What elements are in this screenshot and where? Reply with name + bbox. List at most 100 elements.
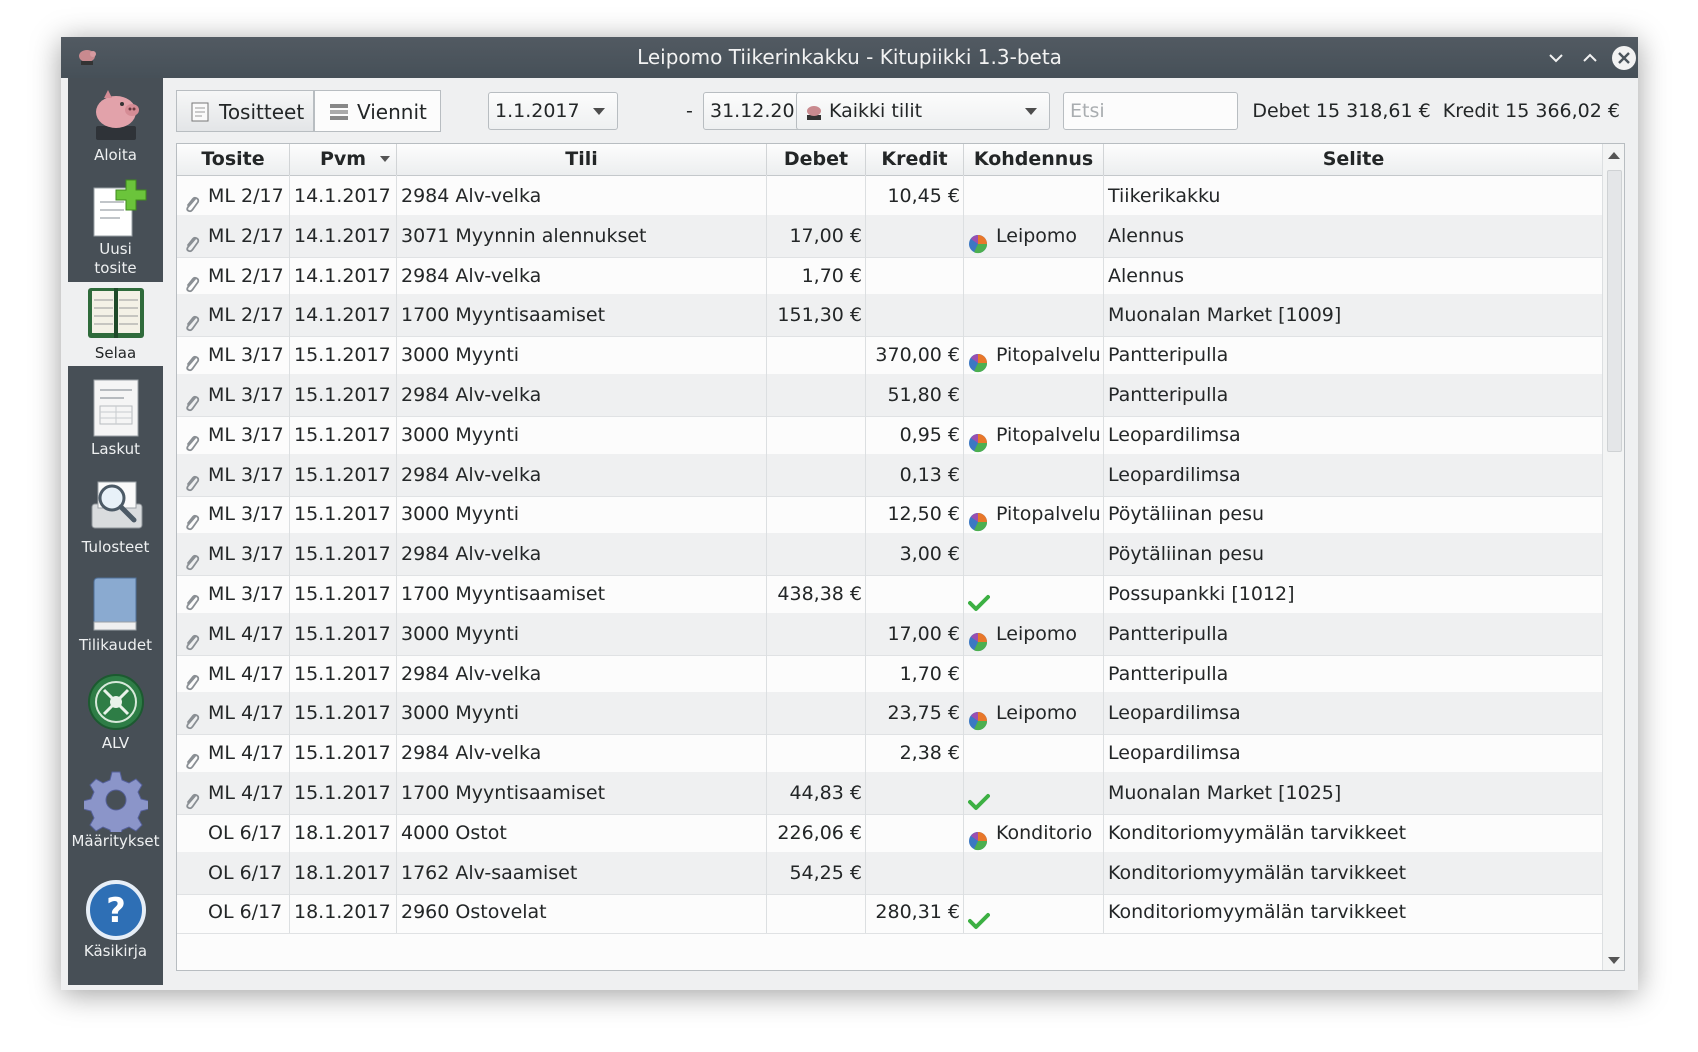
sidebar-item-label: Uusi tosite bbox=[94, 240, 137, 277]
sidebar-item-selaa[interactable]: Selaa bbox=[68, 282, 163, 366]
column-header-kredit[interactable]: Kredit bbox=[866, 144, 964, 175]
cell-debet bbox=[767, 612, 866, 655]
table-header: Tosite Pvm Tili Debet Kredit Kohdennus S… bbox=[177, 144, 1603, 176]
column-header-pvm[interactable]: Pvm bbox=[290, 144, 397, 175]
cell-selite: Konditoriomyymälän tarvikkeet bbox=[1108, 861, 1407, 884]
account-filter-select[interactable]: Kaikki tilit bbox=[796, 92, 1050, 130]
table-row[interactable]: ML 4/17 15.1.2017 3000 Myynti 17,00 € Leipom… bbox=[177, 612, 1603, 656]
cell-kohdennus bbox=[964, 851, 1104, 894]
column-header-kohdennus[interactable]: Kohdennus bbox=[964, 144, 1104, 175]
main-window: Leipomo Tiikerinkakku - Kitupiikki 1.3-b… bbox=[61, 37, 1638, 990]
sidebar-item-tilikaudet[interactable]: Tilikaudet bbox=[68, 572, 163, 658]
date-from-field[interactable]: 1.1.2017 bbox=[488, 92, 618, 130]
table-row[interactable]: ML 2/17 14.1.2017 1700 Myyntisaamiset 151,3… bbox=[177, 294, 1603, 338]
column-header-debet[interactable]: Debet bbox=[767, 144, 866, 175]
table-row[interactable]: OL 6/17 18.1.2017 1762 Alv-saamiset 54,25 €… bbox=[177, 851, 1603, 895]
voucher-number: OL 6/17 bbox=[208, 861, 283, 884]
close-button[interactable] bbox=[1609, 43, 1638, 73]
vertical-scrollbar[interactable] bbox=[1602, 144, 1624, 970]
table-row[interactable]: ML 2/17 14.1.2017 2984 Alv-velka 10,45 € Tii… bbox=[177, 175, 1603, 218]
chevron-down-icon[interactable] bbox=[593, 108, 605, 115]
paperclip-icon bbox=[184, 545, 200, 575]
tab-viennit[interactable]: Viennit bbox=[314, 90, 441, 132]
sidebar-item-label: ALV bbox=[101, 734, 130, 752]
minimize-button[interactable] bbox=[1541, 43, 1571, 73]
cost-center-icon bbox=[968, 505, 988, 535]
sidebar-item-label: Käsikirja bbox=[83, 942, 148, 960]
chevron-down-icon[interactable] bbox=[1025, 108, 1037, 115]
paperclip-icon bbox=[184, 346, 200, 376]
scrollbar-thumb[interactable] bbox=[1607, 170, 1622, 452]
voucher-number: ML 3/17 bbox=[208, 384, 284, 406]
sidebar-item-maaritykset[interactable]: Määritykset bbox=[68, 768, 163, 854]
table-row[interactable]: ML 2/17 14.1.2017 3071 Myynnin alennukset 1… bbox=[177, 214, 1603, 258]
table-row[interactable]: ML 3/17 15.1.2017 3000 Myynti 0,95 € Pitopal… bbox=[177, 413, 1603, 457]
table-row[interactable]: ML 2/17 14.1.2017 2984 Alv-velka 1,70 € Alen… bbox=[177, 254, 1603, 298]
sidebar-item-tulosteet[interactable]: Tulosteet bbox=[68, 474, 163, 560]
cell-kohdennus: Pitopalvelu bbox=[964, 493, 1104, 536]
table-row[interactable]: ML 3/17 15.1.2017 2984 Alv-velka 3,00 € Pöyt… bbox=[177, 533, 1603, 577]
table-row[interactable]: ML 3/17 15.1.2017 2984 Alv-velka 51,80 € Pan… bbox=[177, 374, 1603, 417]
title-bar[interactable]: Leipomo Tiikerinkakku - Kitupiikki 1.3-b… bbox=[61, 37, 1638, 78]
table-row[interactable]: ML 4/17 15.1.2017 1700 Myyntisaamiset 44,83… bbox=[177, 772, 1603, 815]
cell-tili: 3000 Myynti bbox=[397, 692, 767, 735]
cost-center-name: Pitopalvelu bbox=[996, 423, 1101, 446]
table-row[interactable]: ML 3/17 15.1.2017 3000 Myynti 370,00 € Pitop… bbox=[177, 334, 1603, 378]
table-row[interactable]: ML 3/17 15.1.2017 3000 Myynti 12,50 € Pitopa… bbox=[177, 493, 1603, 537]
sidebar-item-uusi-tosite[interactable]: Uusi tosite bbox=[68, 176, 163, 280]
cell-tili: 2984 Alv-velka bbox=[397, 175, 767, 217]
column-header-selite[interactable]: Selite bbox=[1104, 144, 1603, 175]
cell-tili: 3000 Myynti bbox=[397, 493, 767, 536]
account-filter-value: Kaikki tilit bbox=[829, 100, 923, 122]
table-row[interactable]: ML 4/17 15.1.2017 2984 Alv-velka 2,38 € Leop… bbox=[177, 732, 1603, 776]
document-icon bbox=[191, 102, 209, 122]
column-header-tili[interactable]: Tili bbox=[397, 144, 767, 175]
voucher-number: ML 3/17 bbox=[208, 503, 284, 526]
cell-pvm: 14.1.2017 bbox=[290, 254, 397, 297]
table-row[interactable]: ML 4/17 15.1.2017 3000 Myynti 23,75 € Leipom… bbox=[177, 692, 1603, 736]
sidebar-item-kasikirja[interactable]: ? Käsikirja bbox=[68, 878, 163, 966]
tab-label: Tositteet bbox=[219, 100, 305, 124]
cell-debet bbox=[767, 334, 866, 377]
scroll-up-icon[interactable] bbox=[1608, 152, 1620, 159]
settled-check-icon bbox=[968, 585, 990, 615]
table-row[interactable]: ML 4/17 15.1.2017 2984 Alv-velka 1,70 € Pant… bbox=[177, 652, 1603, 696]
cell-debet: 226,06 € bbox=[767, 811, 866, 854]
cell-kohdennus bbox=[964, 175, 1104, 217]
cell-tosite: ML 3/17 bbox=[177, 453, 290, 496]
cell-selite: Konditoriomyymälän tarvikkeet bbox=[1108, 821, 1407, 844]
scroll-down-icon[interactable] bbox=[1608, 957, 1620, 964]
table-row[interactable]: ML 3/17 15.1.2017 2984 Alv-velka 0,13 € Leop… bbox=[177, 453, 1603, 497]
cell-tili: 2984 Alv-velka bbox=[397, 652, 767, 695]
column-header-tosite[interactable]: Tosite bbox=[177, 144, 290, 175]
sidebar-item-laskut[interactable]: Laskut bbox=[68, 376, 163, 462]
voucher-number: ML 4/17 bbox=[208, 782, 284, 804]
voucher-number: ML 2/17 bbox=[208, 224, 284, 247]
cell-tosite: ML 2/17 bbox=[177, 214, 290, 257]
table-row[interactable]: OL 6/17 18.1.2017 4000 Ostot 226,06 € Kondit… bbox=[177, 811, 1603, 855]
cell-pvm: 18.1.2017 bbox=[290, 811, 397, 854]
cell-pvm: 15.1.2017 bbox=[290, 374, 397, 416]
search-input[interactable] bbox=[1063, 92, 1238, 130]
help-icon: ? bbox=[85, 880, 146, 940]
table-row[interactable]: OL 6/17 18.1.2017 2960 Ostovelat 280,31 € Ko… bbox=[177, 891, 1603, 935]
sidebar-item-aloita[interactable]: Aloita bbox=[68, 82, 163, 172]
tab-tositteet[interactable]: Tositteet bbox=[176, 90, 314, 132]
cell-pvm: 15.1.2017 bbox=[290, 692, 397, 735]
date-from-value: 1.1.2017 bbox=[495, 100, 580, 122]
cost-center-icon bbox=[968, 824, 988, 854]
sidebar-item-alv[interactable]: ALV bbox=[68, 670, 163, 756]
cell-debet bbox=[767, 692, 866, 735]
table-row[interactable]: ML 3/17 15.1.2017 1700 Myyntisaamiset 438,3… bbox=[177, 573, 1603, 616]
maximize-button[interactable] bbox=[1575, 43, 1605, 73]
column-header-label: Pvm bbox=[319, 148, 367, 170]
cell-kredit bbox=[866, 294, 964, 337]
cell-debet: 54,25 € bbox=[767, 851, 866, 894]
cell-kredit bbox=[866, 772, 964, 814]
cell-tili: 2984 Alv-velka bbox=[397, 374, 767, 416]
cost-center-name: Pitopalvelu bbox=[996, 503, 1101, 526]
cell-kredit: 0,95 € bbox=[866, 413, 964, 456]
cost-center-name: Leipomo bbox=[996, 224, 1078, 247]
cell-selite: Pantteripulla bbox=[1108, 662, 1229, 685]
cell-selite: Leopardilimsa bbox=[1108, 742, 1241, 765]
